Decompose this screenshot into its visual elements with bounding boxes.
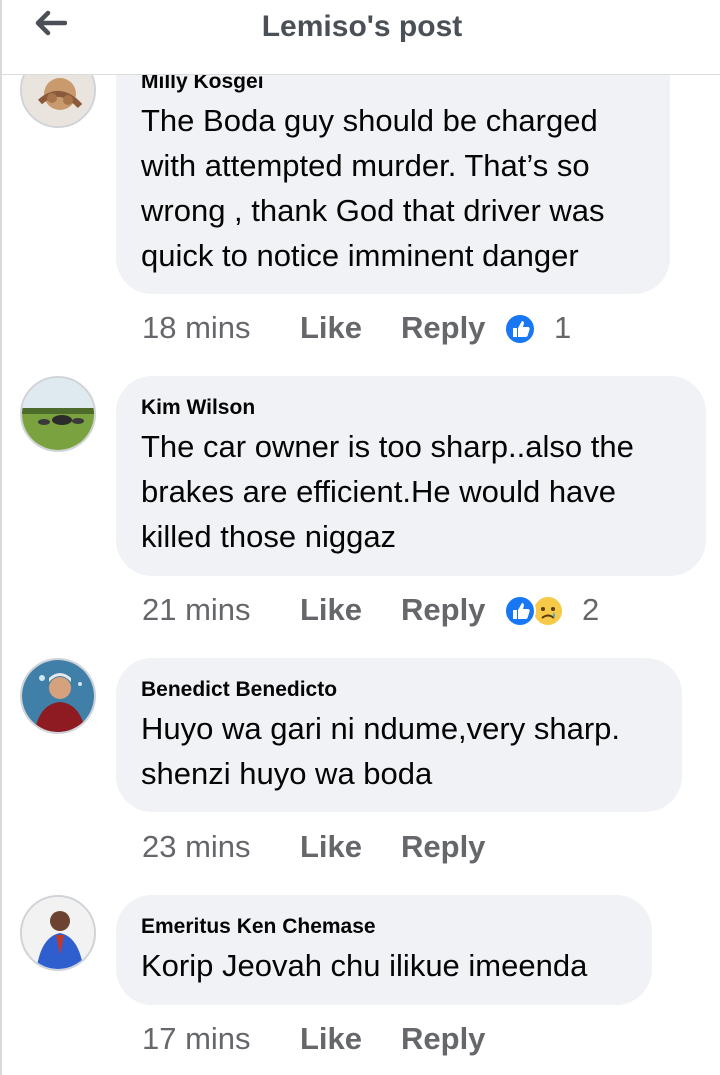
comment-bubble: Kim Wilson The car owner is too sharp..a…	[116, 376, 706, 576]
avatar-photo	[22, 378, 94, 450]
comment-author[interactable]: Emeritus Ken Chemase	[141, 915, 376, 939]
avatar[interactable]	[20, 895, 96, 971]
comment-author[interactable]: Benedict Benedicto	[141, 678, 337, 702]
reply-button[interactable]: Reply	[401, 1021, 485, 1057]
reaction-count[interactable]: 2	[582, 592, 599, 628]
avatar-photo	[22, 897, 94, 969]
comment-text: Korip Jeovah chu ilikue imeenda	[141, 948, 588, 983]
comment-bubble: Benedict Benedicto Huyo wa gari ni ndume…	[116, 658, 682, 812]
comment-bubble: Milly Kosgei The Boda guy should be char…	[116, 40, 670, 294]
like-button[interactable]: Like	[300, 592, 362, 628]
avatar-photo	[22, 660, 94, 732]
avatar[interactable]	[20, 376, 96, 452]
reaction-count[interactable]: 1	[554, 310, 571, 346]
like-reaction-icon[interactable]	[504, 595, 536, 627]
reply-button[interactable]: Reply	[401, 310, 485, 346]
top-bar: Lemiso's post	[2, 0, 720, 75]
comment-text: The Boda guy should be charged with atte…	[141, 103, 605, 273]
comment-text: The car owner is too sharp..also the bra…	[141, 429, 634, 554]
sad-reaction-icon[interactable]	[532, 595, 564, 627]
comment-text: Huyo wa gari ni ndume,very sharp. shenzi…	[141, 711, 621, 791]
like-reaction-icon[interactable]	[504, 313, 536, 345]
like-button[interactable]: Like	[300, 829, 362, 865]
reply-button[interactable]: Reply	[401, 592, 485, 628]
like-button[interactable]: Like	[300, 310, 362, 346]
comment-time: 23 mins	[142, 829, 251, 864]
comment-time: 18 mins	[142, 310, 251, 345]
comment-author[interactable]: Kim Wilson	[141, 396, 255, 420]
comment-bubble: Emeritus Ken Chemase Korip Jeovah chu il…	[116, 895, 652, 1005]
avatar[interactable]	[20, 658, 96, 734]
like-button[interactable]: Like	[300, 1021, 362, 1057]
comment-time: 21 mins	[142, 592, 251, 627]
reply-button[interactable]: Reply	[401, 829, 485, 865]
comment-time: 17 mins	[142, 1021, 251, 1056]
page-title: Lemiso's post	[261, 10, 463, 43]
